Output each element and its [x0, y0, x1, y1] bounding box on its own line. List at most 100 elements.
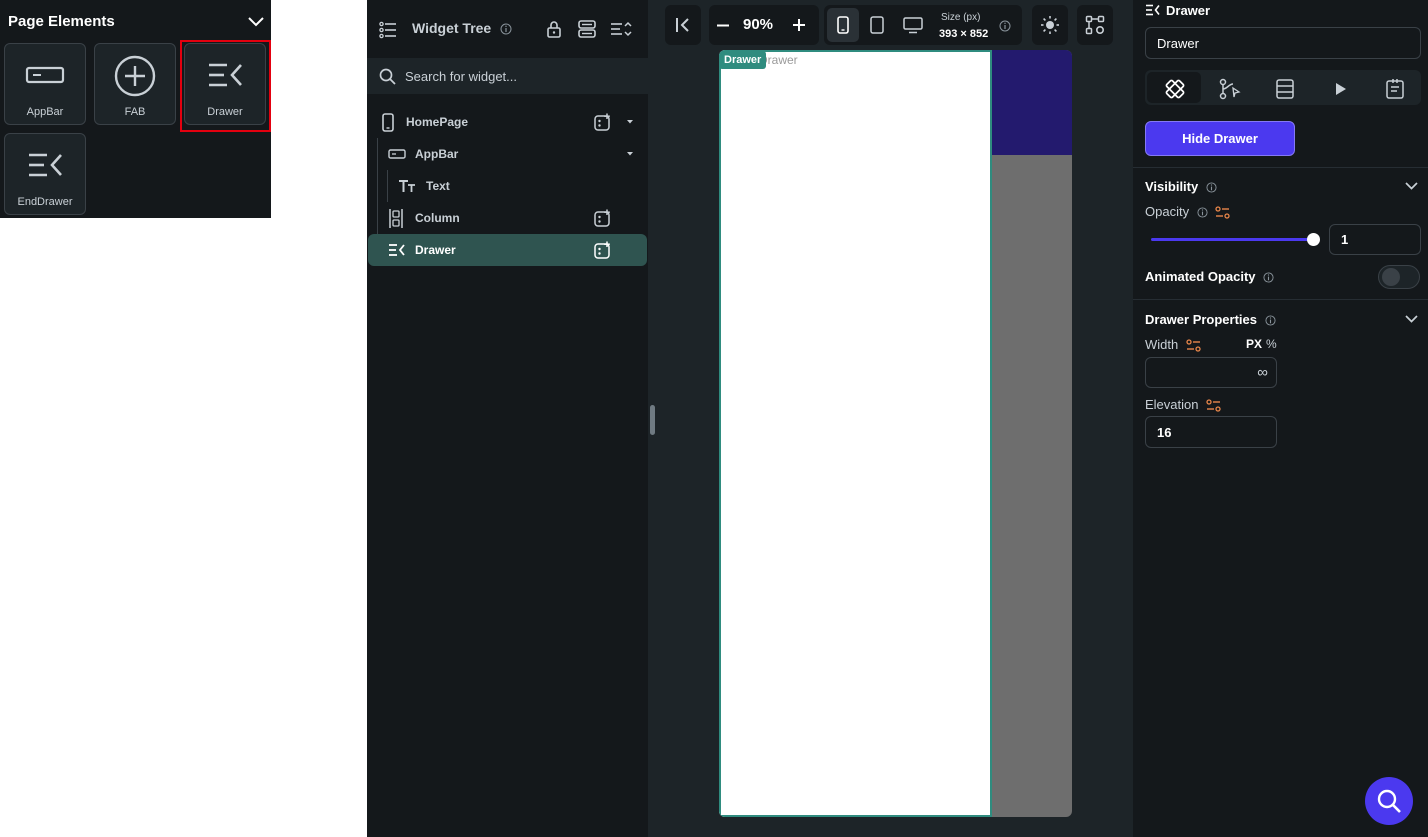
toggle-knob — [1382, 268, 1400, 286]
info-icon[interactable] — [500, 23, 512, 35]
tile-label: EndDrawer — [17, 196, 73, 208]
properties-tabs — [1145, 70, 1421, 105]
tree-node-drawer[interactable]: Drawer — [368, 234, 647, 266]
tree-node-appbar[interactable]: AppBar — [367, 138, 648, 170]
zoom-level: 90% — [743, 16, 774, 33]
zoom-out-icon[interactable] — [716, 24, 730, 27]
tab-backend-query[interactable] — [1257, 72, 1311, 103]
divider — [1133, 167, 1428, 168]
tree-node-label: Column — [415, 211, 460, 225]
end-drawer-tile[interactable]: EndDrawer — [4, 133, 86, 215]
tree-node-label: HomePage — [406, 115, 469, 129]
add-widget-icon[interactable] — [594, 209, 612, 227]
chevron-down-icon[interactable] — [1404, 180, 1419, 192]
info-icon[interactable] — [1197, 207, 1208, 218]
sun-icon — [1041, 16, 1059, 34]
page-elements-panel: Page Elements AppBar FAB Drawer EndDrawe… — [0, 0, 271, 218]
size-value: 393 × 852 — [939, 28, 989, 40]
collapse-panel-button[interactable] — [665, 5, 701, 45]
widget-search-input[interactable] — [405, 64, 635, 88]
theme-toggle-button[interactable] — [1032, 5, 1068, 45]
collapse-left-icon — [676, 18, 689, 32]
opacity-label-row: Opacity — [1145, 204, 1230, 219]
drawer-properties-section-title[interactable]: Drawer Properties — [1145, 312, 1276, 327]
width-label-row: Width — [1145, 337, 1201, 352]
caret-down-icon[interactable] — [626, 151, 634, 157]
desktop-icon[interactable] — [903, 17, 923, 34]
opacity-slider-thumb[interactable] — [1307, 233, 1320, 246]
end-drawer-icon — [29, 153, 62, 177]
tree-node-label: Drawer — [415, 243, 456, 257]
info-icon[interactable] — [999, 20, 1011, 32]
sort-list-icon[interactable] — [610, 20, 632, 38]
flow-icon — [1219, 78, 1241, 100]
add-widget-icon[interactable] — [594, 241, 612, 259]
tree-node-text[interactable]: Text — [367, 170, 648, 202]
unit-percent-toggle[interactable]: % — [1266, 337, 1277, 351]
visibility-section-title[interactable]: Visibility — [1145, 179, 1217, 194]
chevron-down-icon[interactable] — [246, 12, 266, 32]
component-settings-icon — [1085, 15, 1105, 35]
text-icon — [399, 180, 415, 192]
info-icon[interactable] — [1265, 315, 1276, 326]
tablet-icon[interactable] — [870, 16, 884, 34]
opacity-slider-track[interactable] — [1151, 238, 1314, 241]
widget-search-bar — [367, 58, 648, 94]
variable-binding-icon[interactable] — [1206, 399, 1221, 412]
search-icon — [1377, 789, 1401, 813]
device-selector: Size (px) 393 × 852 — [824, 5, 1022, 45]
collapse-all-icon[interactable] — [578, 20, 596, 38]
animated-opacity-row: Animated Opacity — [1145, 269, 1274, 284]
variable-binding-icon[interactable] — [1186, 339, 1201, 352]
help-search-button[interactable] — [1365, 777, 1413, 825]
width-input[interactable]: ∞ — [1145, 357, 1277, 388]
unit-px-toggle[interactable]: PX — [1246, 337, 1262, 351]
tab-actions[interactable] — [1202, 72, 1256, 103]
divider — [1133, 299, 1428, 300]
add-widget-icon[interactable] — [594, 113, 612, 131]
fab-tile[interactable]: FAB — [94, 43, 176, 125]
selection-highlight — [180, 40, 271, 132]
search-icon — [379, 68, 396, 85]
hide-drawer-button[interactable]: Hide Drawer — [1145, 121, 1295, 156]
database-icon — [1276, 79, 1294, 99]
animated-opacity-toggle[interactable] — [1378, 265, 1420, 289]
info-icon[interactable] — [1263, 272, 1274, 283]
width-label: Width — [1145, 337, 1179, 352]
widget-name-input[interactable] — [1145, 27, 1421, 59]
variable-binding-icon[interactable] — [1215, 206, 1230, 219]
chevron-down-icon[interactable] — [1404, 313, 1419, 325]
drawer-properties-label: Drawer Properties — [1145, 312, 1257, 327]
phone-icon — [837, 16, 849, 34]
properties-panel: Drawer Drawer Hide Drawer Visibility Opa… — [1133, 0, 1428, 837]
panel-splitter[interactable] — [648, 0, 658, 837]
widget-tree-header: Widget Tree — [367, 0, 648, 58]
tree-node-homepage[interactable]: HomePage — [367, 106, 648, 138]
lock-icon[interactable] — [546, 20, 562, 38]
tile-label: FAB — [124, 106, 146, 118]
zoom-control: 90% — [709, 5, 819, 45]
device-preview[interactable]: Drawer Drawer — [719, 50, 1072, 817]
zoom-in-icon[interactable] — [792, 18, 806, 32]
preview-drawer[interactable]: Drawer — [719, 50, 992, 817]
widget-tree-panel: Widget Tree Search for widget... HomePag… — [367, 0, 648, 837]
visibility-label: Visibility — [1145, 179, 1199, 194]
tree-node-column[interactable]: Column — [367, 202, 648, 234]
device-phone-button[interactable] — [827, 8, 859, 42]
widget-tree-title: Widget Tree — [412, 20, 492, 36]
splitter-handle[interactable] — [650, 405, 655, 435]
size-label: Size (px) — [941, 12, 981, 23]
tab-documentation[interactable] — [1367, 72, 1421, 103]
appbar-icon — [25, 66, 65, 84]
caret-down-icon[interactable] — [626, 119, 634, 125]
info-icon[interactable] — [1206, 182, 1217, 193]
opacity-input[interactable] — [1329, 224, 1421, 255]
phone-icon — [382, 113, 394, 132]
notes-icon — [1386, 79, 1404, 99]
canvas-settings-button[interactable] — [1077, 5, 1113, 45]
tab-animations[interactable] — [1312, 72, 1366, 103]
elevation-input[interactable] — [1145, 416, 1277, 448]
elevation-label-row: Elevation — [1145, 397, 1221, 412]
appbar-tile[interactable]: AppBar — [4, 43, 86, 125]
tab-properties[interactable] — [1147, 72, 1201, 103]
